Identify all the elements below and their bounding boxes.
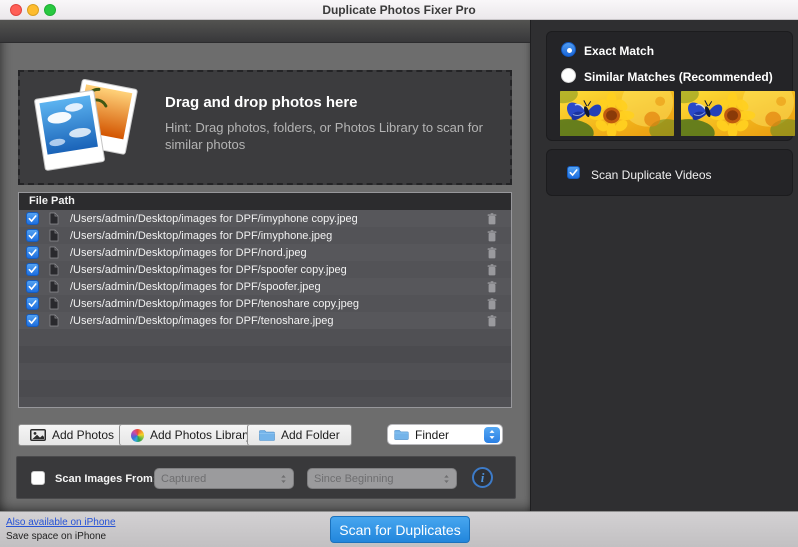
add-folder-button[interactable]: Add Folder [247, 424, 352, 446]
file-path: /Users/admin/Desktop/images for DPF/nord… [70, 247, 487, 259]
scan-images-from-checkbox[interactable] [31, 471, 45, 485]
info-icon[interactable]: i [472, 467, 493, 488]
settings-sidebar: Exact Match Similar Matches (Recommended… [530, 20, 798, 511]
document-icon [49, 263, 59, 276]
table-row[interactable]: /Users/admin/Desktop/images for DPF/spoo… [19, 278, 511, 295]
sample-photo-right [681, 91, 795, 136]
trash-icon[interactable] [487, 281, 497, 293]
table-row[interactable]: /Users/admin/Desktop/images for DPF/imyp… [19, 210, 511, 227]
dropdown-chevrons-icon [280, 474, 287, 484]
toolbar-strip [0, 20, 530, 43]
table-row[interactable]: /Users/admin/Desktop/images for DPF/teno… [19, 295, 511, 312]
file-path: /Users/admin/Desktop/images for DPF/imyp… [70, 213, 487, 225]
row-checkbox[interactable] [26, 212, 39, 225]
row-checkbox[interactable] [26, 280, 39, 293]
document-icon [49, 246, 59, 259]
file-path: /Users/admin/Desktop/images for DPF/teno… [70, 315, 487, 327]
table-row[interactable]: /Users/admin/Desktop/images for DPF/nord… [19, 244, 511, 261]
file-path-column-header: File Path [19, 193, 511, 210]
scan-for-duplicates-button[interactable]: Scan for Duplicates [330, 516, 470, 543]
trash-icon[interactable] [487, 298, 497, 310]
document-icon [49, 229, 59, 242]
iphone-link[interactable]: Also available on iPhone [6, 517, 116, 528]
iphone-subtext: Save space on iPhone [6, 531, 106, 542]
document-icon [49, 280, 59, 293]
table-row[interactable]: /Users/admin/Desktop/images for DPF/imyp… [19, 227, 511, 244]
document-icon [49, 297, 59, 310]
dropzone-title: Drag and drop photos here [165, 94, 358, 111]
footer-bar: Also available on iPhone Save space on i… [0, 511, 798, 547]
table-row[interactable]: /Users/admin/Desktop/images for DPF/teno… [19, 312, 511, 329]
row-checkbox[interactable] [26, 229, 39, 242]
select-chevrons-icon [484, 427, 500, 443]
scan-images-from-panel: Scan Images From: Captured Since Beginni… [16, 456, 516, 499]
table-empty-rows [19, 329, 511, 408]
drag-drop-zone[interactable]: Drag and drop photos here Hint: Drag pho… [18, 70, 512, 185]
exact-match-radio[interactable] [561, 42, 576, 57]
document-icon [49, 212, 59, 225]
add-photos-library-button[interactable]: Add Photos Library [119, 424, 264, 446]
captured-dropdown-value: Captured [161, 473, 280, 485]
add-photos-label: Add Photos [52, 428, 114, 442]
row-checkbox[interactable] [26, 263, 39, 276]
similar-matches-label: Similar Matches (Recommended) [584, 70, 773, 84]
document-icon [49, 314, 59, 327]
main-panel: Drag and drop photos here Hint: Drag pho… [0, 20, 530, 511]
app-window: Duplicate Photos Fixer Pro Drag and drop… [0, 0, 798, 547]
add-folder-label: Add Folder [281, 428, 340, 442]
trash-icon[interactable] [487, 315, 497, 327]
source-select-value: Finder [415, 428, 484, 442]
file-path: /Users/admin/Desktop/images for DPF/spoo… [70, 264, 487, 276]
match-options-panel: Exact Match Similar Matches (Recommended… [546, 31, 793, 141]
trash-icon[interactable] [487, 264, 497, 276]
video-option-panel: Scan Duplicate Videos [546, 149, 793, 196]
row-checkbox[interactable] [26, 297, 39, 310]
source-select[interactable]: Finder [387, 424, 503, 445]
file-path: /Users/admin/Desktop/images for DPF/teno… [70, 298, 487, 310]
scan-duplicate-videos-checkbox[interactable] [567, 166, 580, 179]
dropdown-chevrons-icon [443, 474, 450, 484]
exact-match-label: Exact Match [584, 44, 654, 58]
row-checkbox[interactable] [26, 246, 39, 259]
sample-photo-left [560, 91, 674, 136]
scan-images-from-label: Scan Images From: [55, 473, 156, 485]
since-beginning-dropdown: Since Beginning [307, 468, 457, 489]
finder-folder-icon [394, 429, 409, 440]
scan-duplicate-videos-label: Scan Duplicate Videos [591, 168, 712, 182]
trash-icon[interactable] [487, 247, 497, 259]
dropzone-hint: Hint: Drag photos, folders, or Photos Li… [165, 119, 513, 153]
photos-library-icon [131, 429, 144, 442]
captured-dropdown: Captured [154, 468, 294, 489]
file-path: /Users/admin/Desktop/images for DPF/imyp… [70, 230, 487, 242]
add-photos-library-label: Add Photos Library [150, 428, 252, 442]
row-checkbox[interactable] [26, 314, 39, 327]
since-beginning-dropdown-value: Since Beginning [314, 473, 443, 485]
table-row[interactable]: /Users/admin/Desktop/images for DPF/spoo… [19, 261, 511, 278]
photos-stack-icon [32, 78, 144, 180]
window-title: Duplicate Photos Fixer Pro [0, 3, 798, 17]
similar-matches-radio[interactable] [561, 68, 576, 83]
file-path: /Users/admin/Desktop/images for DPF/spoo… [70, 281, 487, 293]
title-bar: Duplicate Photos Fixer Pro [0, 0, 798, 20]
trash-icon[interactable] [487, 213, 497, 225]
file-path-table: File Path /Users/admin/Desktop/images fo… [18, 192, 512, 408]
trash-icon[interactable] [487, 230, 497, 242]
folder-icon [259, 429, 275, 441]
photo-icon [30, 429, 46, 441]
add-photos-button[interactable]: Add Photos [18, 424, 126, 446]
